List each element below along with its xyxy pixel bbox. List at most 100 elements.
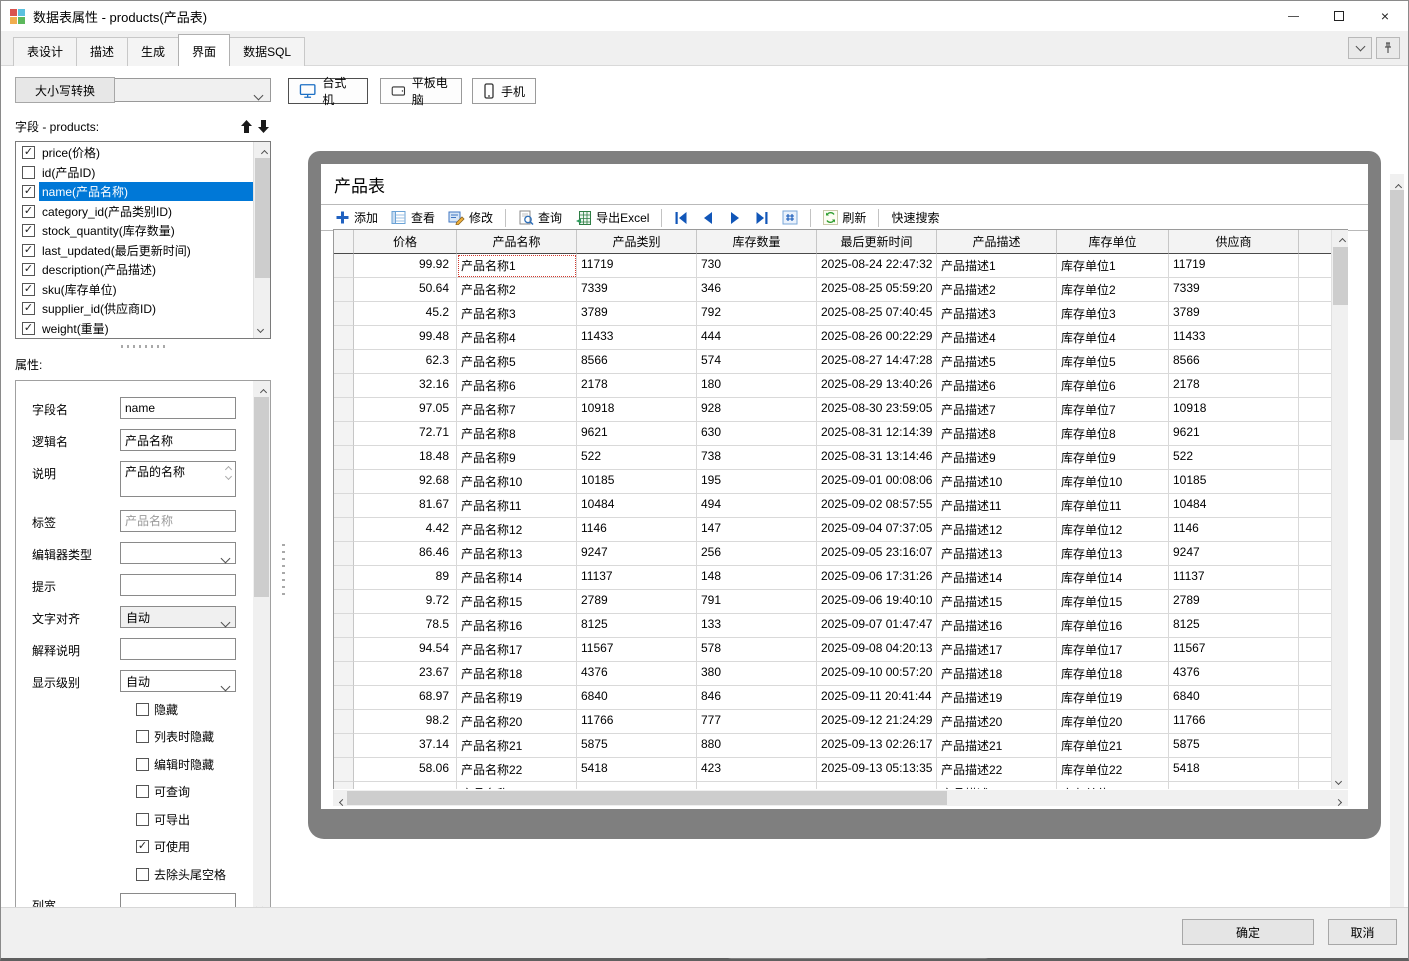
grid-row[interactable]: 18.48 产品名称9 522 738 2025-08-31 13:14:46 产品描述9… xyxy=(334,446,1348,470)
grid-cell[interactable]: 2178 xyxy=(577,374,697,398)
device-tablet-button[interactable]: 平板电脑 xyxy=(380,76,462,107)
grid-cell[interactable]: 522 xyxy=(1169,446,1299,470)
grid-cell[interactable]: 9247 xyxy=(577,542,697,566)
grid-row-header[interactable] xyxy=(334,782,354,789)
grid-cell[interactable]: 423 xyxy=(697,758,817,782)
grid-row[interactable]: 81.67 产品名称11 10484 494 2025-09-02 08:57:55 产品… xyxy=(334,494,1348,518)
tag-input[interactable] xyxy=(120,510,236,532)
grid-cell-filler[interactable] xyxy=(1299,590,1332,614)
grid-cell[interactable] xyxy=(817,782,937,789)
grid-cell[interactable]: 库存单位17 xyxy=(1057,638,1169,662)
grid-cell[interactable]: 2025-09-11 20:41:44 xyxy=(817,686,937,710)
grid-horizontal-scrollbar[interactable] xyxy=(333,790,1348,807)
field-checkbox[interactable]: ✓ xyxy=(22,263,35,277)
grid-cell[interactable]: 50.64 xyxy=(354,278,457,302)
properties-scrollbar[interactable] xyxy=(253,381,270,916)
grid-cell[interactable]: 2025-08-25 05:59:20 xyxy=(817,278,937,302)
explain-input[interactable] xyxy=(120,638,236,660)
scroll-up-icon[interactable] xyxy=(1338,237,1347,246)
grid-cell[interactable]: 产品描述7 xyxy=(937,398,1057,422)
grid-cell[interactable]: 产品名称22 xyxy=(457,758,577,782)
grid-row[interactable]: 94.54 产品名称17 11567 578 2025-09-08 04:20:13 产品… xyxy=(334,638,1348,662)
grid-row-header[interactable] xyxy=(334,350,354,374)
grid-cell[interactable]: 产品名称1 xyxy=(457,254,577,278)
option-checkbox[interactable] xyxy=(136,702,149,716)
grid-cell[interactable]: 6840 xyxy=(577,686,697,710)
grid-cell[interactable]: 2025-08-26 00:22:29 xyxy=(817,326,937,350)
grid-cell[interactable]: 7339 xyxy=(1169,278,1299,302)
grid-cell[interactable]: 产品名称16 xyxy=(457,614,577,638)
grid-cell[interactable]: 2025-08-27 14:47:28 xyxy=(817,350,937,374)
grid-cell[interactable]: 产品描述16 xyxy=(937,614,1057,638)
grid-row-header[interactable] xyxy=(334,542,354,566)
grid-cell[interactable]: 库存单位14 xyxy=(1057,566,1169,590)
grid-cell[interactable]: 产品描述1 xyxy=(937,254,1057,278)
grid-cell[interactable]: 37.14 xyxy=(354,734,457,758)
grid-cell[interactable]: 730 xyxy=(697,254,817,278)
refresh-button[interactable]: 刷新 xyxy=(819,207,870,228)
grid-cell[interactable]: 738 xyxy=(697,446,817,470)
grid-cell-filler[interactable] xyxy=(1299,638,1332,662)
grid-cell[interactable]: 库存单位7 xyxy=(1057,398,1169,422)
option-row[interactable]: ✓ 可使用 xyxy=(136,840,270,854)
grid-cell[interactable]: 846 xyxy=(697,686,817,710)
grid-cell[interactable]: 2025-09-06 17:31:26 xyxy=(817,566,937,590)
grid-cell[interactable]: 58.06 xyxy=(354,758,457,782)
view-button[interactable]: 查看 xyxy=(387,207,439,228)
text-align-combobox[interactable]: 自动 xyxy=(120,606,236,628)
scroll-left-icon[interactable] xyxy=(338,798,347,807)
scrollbar-thumb[interactable] xyxy=(255,158,270,278)
grid-cell[interactable]: 11137 xyxy=(577,566,697,590)
grid-cell[interactable]: 880 xyxy=(697,734,817,758)
option-checkbox[interactable] xyxy=(136,785,149,798)
grid-row-header[interactable] xyxy=(334,566,354,590)
grid-cell[interactable]: 产品描述9 xyxy=(937,446,1057,470)
grid-cell-filler[interactable] xyxy=(1299,494,1332,518)
grid-cell[interactable]: 792 xyxy=(697,302,817,326)
grid-cell[interactable]: 2025-08-31 12:14:39 xyxy=(817,422,937,446)
fields-list-scrollbar[interactable] xyxy=(253,142,270,338)
grid-cell-filler[interactable] xyxy=(1299,566,1332,590)
grid-cell[interactable]: 147 xyxy=(697,518,817,542)
grid-cell[interactable]: 11766 xyxy=(1169,710,1299,734)
grid-cell[interactable]: 2025-09-07 01:47:47 xyxy=(817,614,937,638)
grid-cell-filler[interactable] xyxy=(1299,662,1332,686)
grid-cell[interactable] xyxy=(354,782,457,789)
grid-cell-filler[interactable] xyxy=(1299,302,1332,326)
grid-cell[interactable]: 产品描述21 xyxy=(937,734,1057,758)
grid-cell[interactable]: 9247 xyxy=(1169,542,1299,566)
grid-cell[interactable]: 148 xyxy=(697,566,817,590)
grid-cell-filler[interactable] xyxy=(1299,734,1332,758)
grid-cell[interactable]: 产品名称10 xyxy=(457,470,577,494)
option-checkbox[interactable] xyxy=(136,730,149,743)
field-checkbox[interactable]: ✓ xyxy=(22,146,35,160)
grid-cell[interactable]: 522 xyxy=(577,446,697,470)
field-list-item[interactable]: ✓ stock_quantity(库存数量) xyxy=(16,221,253,241)
grid-cell[interactable]: 产品名称8 xyxy=(457,422,577,446)
grid-cell[interactable]: 8566 xyxy=(577,350,697,374)
grid-cell[interactable]: 2025-08-24 22:47:32 xyxy=(817,254,937,278)
ok-button[interactable]: 确定 xyxy=(1182,919,1314,945)
next-page-button[interactable] xyxy=(724,209,746,227)
device-phone-button[interactable]: 手机 xyxy=(472,78,536,104)
grid-row-header[interactable] xyxy=(334,446,354,470)
grid-cell[interactable]: 产品描述19 xyxy=(937,686,1057,710)
grid-cell[interactable]: 库存单位4 xyxy=(1057,326,1169,350)
grid-cell[interactable]: 94.54 xyxy=(354,638,457,662)
grid-cell[interactable]: 库存单位20 xyxy=(1057,710,1169,734)
grid-cell[interactable] xyxy=(1169,782,1299,789)
grid-cell[interactable]: 产品名称20 xyxy=(457,710,577,734)
grid-row[interactable]: 92.68 产品名称10 10185 195 2025-09-01 00:08:06 产品… xyxy=(334,470,1348,494)
grid-cell[interactable]: 11433 xyxy=(577,326,697,350)
option-row[interactable]: 去除头尾空格 xyxy=(136,867,270,882)
grid-cell[interactable]: 11433 xyxy=(1169,326,1299,350)
grid-header-cell[interactable]: 供应商 xyxy=(1169,230,1299,254)
grid-cell[interactable]: 444 xyxy=(697,326,817,350)
grid-row-header[interactable] xyxy=(334,710,354,734)
grid-cell[interactable]: 5418 xyxy=(577,758,697,782)
grid-cell[interactable]: 5875 xyxy=(1169,734,1299,758)
scrollbar-thumb[interactable] xyxy=(1333,247,1348,305)
field-checkbox[interactable]: ✓ xyxy=(22,243,35,257)
grid-cell[interactable]: 11137 xyxy=(1169,566,1299,590)
first-page-button[interactable] xyxy=(670,209,692,227)
